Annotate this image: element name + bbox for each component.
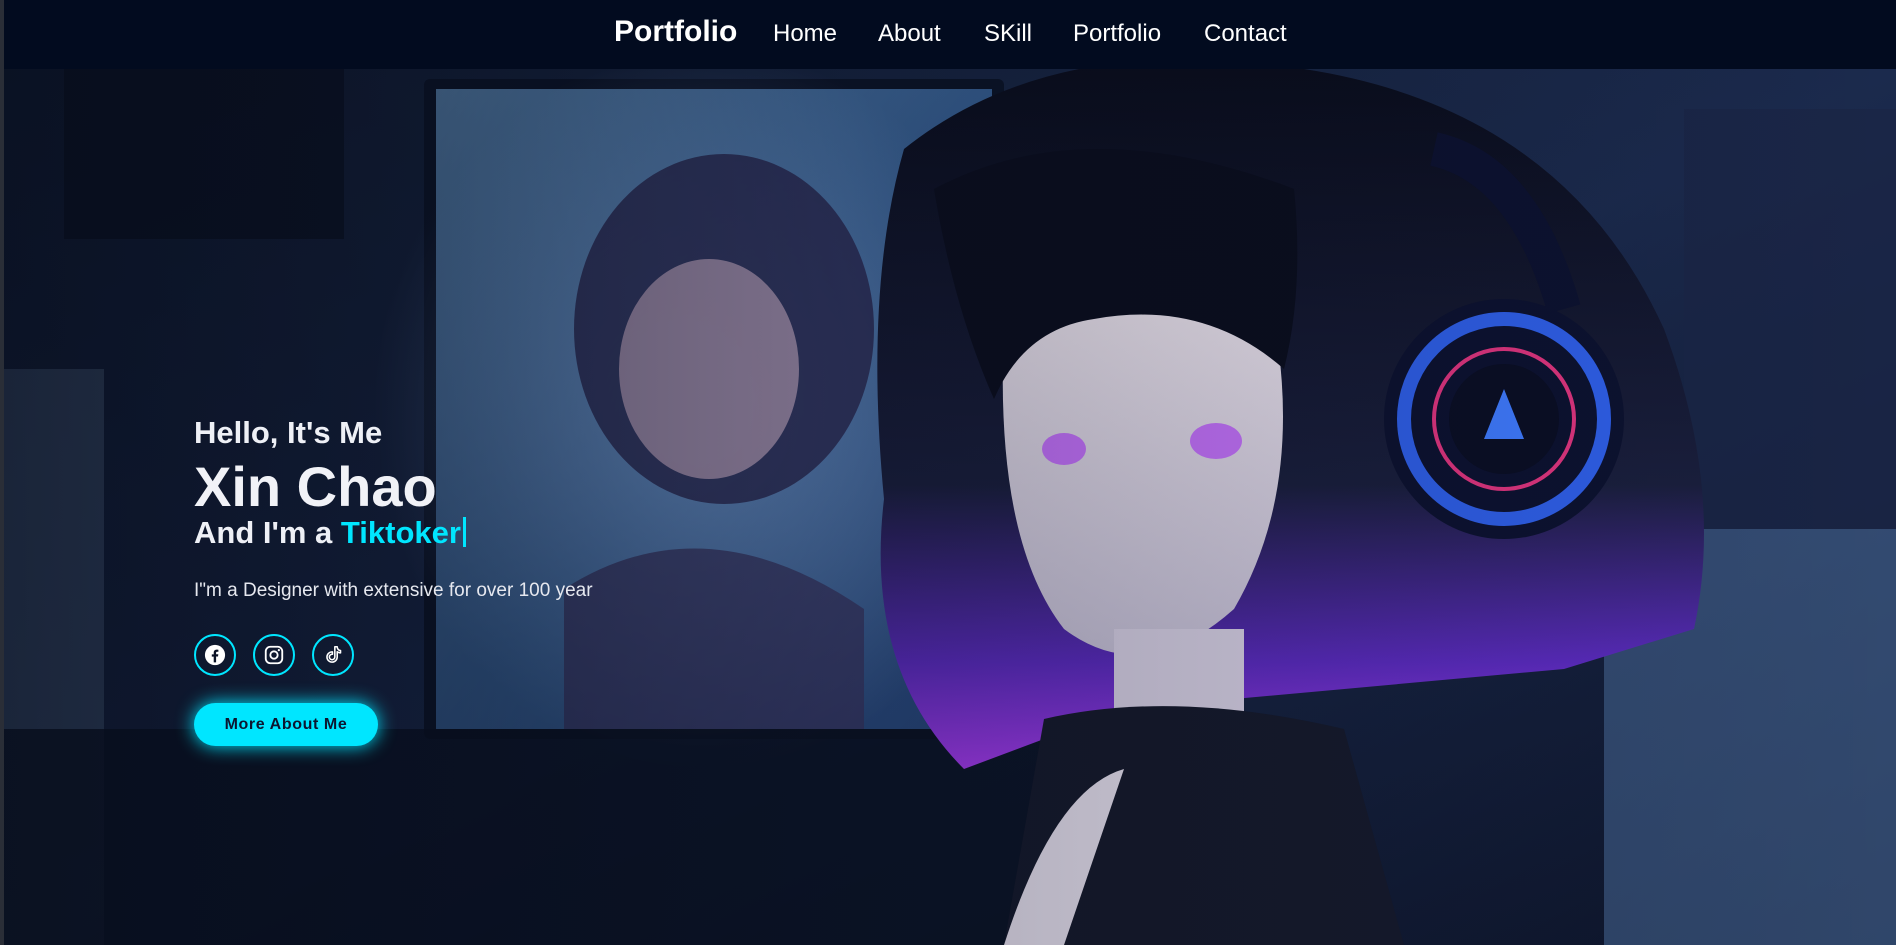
hero-role-prefix: And I'm a	[194, 515, 341, 550]
logo-link[interactable]: Portfolio	[614, 15, 737, 49]
tiktok-icon	[326, 645, 342, 663]
social-links	[194, 634, 394, 676]
facebook-link[interactable]	[194, 634, 236, 676]
nav-skill-link[interactable]: SKill	[984, 20, 1032, 48]
tiktok-link[interactable]	[312, 634, 354, 676]
facebook-icon	[204, 644, 226, 666]
nav-contact-link[interactable]: Contact	[1204, 20, 1287, 48]
instagram-link[interactable]	[253, 634, 295, 676]
typing-caret	[462, 517, 466, 547]
window-edge	[0, 0, 4, 945]
top-navbar: Portfolio Home About SKill Portfolio Con…	[4, 0, 1896, 69]
hero-role-highlight: Tiktoker	[340, 515, 461, 550]
nav-about-link[interactable]: About	[878, 20, 941, 48]
hero-role: And I'm a Tiktoker	[194, 515, 466, 551]
nav-portfolio-link[interactable]: Portfolio	[1073, 20, 1161, 48]
nav-home-link[interactable]: Home	[773, 20, 837, 48]
hero-name: Xin Chao	[194, 455, 437, 518]
hero-description: I"m a Designer with extensive for over 1…	[194, 580, 593, 601]
hero-greeting: Hello, It's Me	[194, 415, 383, 450]
more-about-me-button[interactable]: More About Me	[194, 703, 378, 746]
instagram-icon	[264, 645, 284, 665]
